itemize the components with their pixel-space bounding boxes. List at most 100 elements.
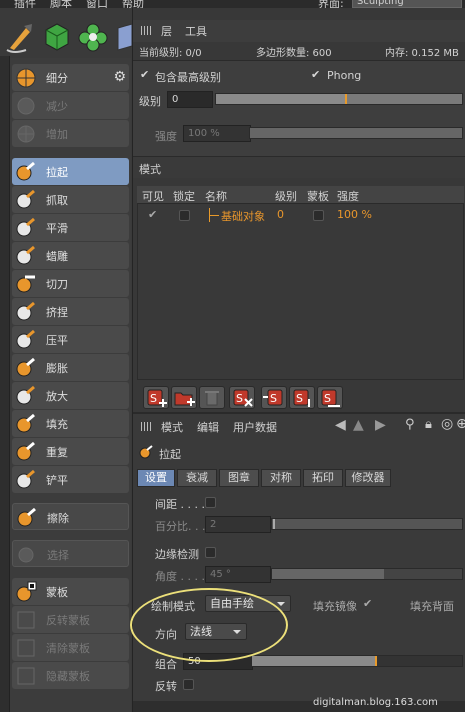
group-slider[interactable] [251,655,463,667]
table-row[interactable]: ✔ 基础对象 0 100 % [137,206,464,224]
gear-icon[interactable]: ⚙ [113,69,126,85]
tab-settings[interactable]: 设置 [137,469,175,487]
tab-symmetry[interactable]: 对称 [261,469,301,487]
green-cube-icon[interactable] [40,20,74,54]
mask-checkbox[interactable] [313,210,324,221]
layer-strength: 100 % [337,208,372,221]
menu-plugins[interactable]: 插件 [14,0,36,8]
tool-label: 清除蒙板 [46,642,90,655]
tool-label: 反转蒙板 [46,614,90,627]
tool-increase[interactable]: 增加 [12,120,129,147]
edge-detect-checkbox[interactable] [205,547,216,558]
menu-tool[interactable]: 工具 [185,23,207,39]
poly-count: 多边形数量: 600 [256,48,332,59]
phong-checkbox[interactable]: ✔ [311,68,320,81]
tool-repeat[interactable]: 重复 [12,438,129,465]
chevron-down-icon [277,602,285,606]
tab-modifiers[interactable]: 修改器 [345,469,391,487]
include-highest-checkbox[interactable]: ✔ [140,68,149,81]
tool-select[interactable]: 选择 [12,540,129,567]
flower-icon[interactable] [76,20,110,54]
phong-label: Phong [327,69,362,82]
sculpt-brush-icon[interactable] [4,20,38,54]
group-label: 组合 [155,658,177,671]
menu-script[interactable]: 脚本 [50,0,72,8]
fill-mirror-checkbox[interactable]: ✔ [363,597,372,610]
box-icon[interactable] [112,20,134,54]
layer-name[interactable]: 基础对象 [221,208,265,224]
menu-mode[interactable]: 模式 [161,419,183,435]
add-layer-button[interactable]: S [143,386,169,409]
menu-user-data[interactable]: 用户数据 [233,419,277,435]
wax-brush-icon [15,245,37,266]
tool-flatten[interactable]: 压平 [12,326,129,353]
tool-pinch[interactable]: 挤捏 [12,298,129,325]
tool-label: 压平 [46,334,68,347]
tool-subdivide[interactable]: 细分 ⚙ [12,64,129,91]
merge-layer-button[interactable]: S [261,386,287,409]
tool-label: 抓取 [46,194,68,207]
search-icon[interactable]: ⚲ [405,417,415,432]
tool-smooth[interactable]: 平滑 [12,214,129,241]
tab-stencil[interactable]: 拓印 [303,469,343,487]
tool-decrease[interactable]: 减少 [12,92,129,119]
spacing-checkbox[interactable] [205,497,216,508]
menu-help[interactable]: 帮助 [122,0,144,8]
visible-checkbox[interactable]: ✔ [148,208,157,221]
tool-label: 拉起 [46,166,68,179]
tool-grab[interactable]: 抓取 [12,186,129,213]
target-icon[interactable]: ◎ [441,416,453,432]
bake-layer-button[interactable]: S [289,386,315,409]
back-arrow-icon[interactable]: ◀ [335,417,346,433]
layout-select[interactable]: Sculpting [352,0,462,8]
level-field[interactable]: 0 [167,91,213,108]
tool-label: 减少 [46,100,68,113]
invert-checkbox[interactable] [183,679,194,690]
tool-hide-mask[interactable]: 隐藏蒙板 [12,662,129,689]
level-slider[interactable] [215,93,463,105]
menu-window[interactable]: 窗口 [86,0,108,8]
percent-slider[interactable] [271,518,463,530]
svg-text:S: S [270,392,277,405]
up-arrow-icon[interactable]: ▲ [353,417,364,433]
percent-field[interactable]: 2 [205,516,271,533]
fill-brush-icon [15,413,37,434]
tab-stamp[interactable]: 图章 [219,469,259,487]
col-level: 级别 [275,190,297,203]
new-panel-icon[interactable]: ⊕ [456,416,465,432]
clear-layer-button[interactable]: S [229,386,255,409]
lock-icon[interactable]: 🔒︎ [425,417,432,432]
strength-slider[interactable] [249,127,463,139]
tool-mask[interactable]: 蒙板 [12,578,129,605]
angle-slider[interactable] [271,568,463,580]
tool-invert-mask[interactable]: 反转蒙板 [12,606,129,633]
smooth-brush-icon [15,217,37,238]
layout-label: 界面: [318,0,344,8]
layers-menu-bar: 层 工具 [133,20,465,42]
select-brush-icon [16,544,38,565]
tool-inflate[interactable]: 膨胀 [12,354,129,381]
sculpt-tool-palette: 细分 ⚙ 减少 增加 拉起 抓取 平滑 蜡雕 切刀 挤捏 压平 膨胀 放大 填充… [10,58,131,712]
pull-brush-icon [15,161,37,182]
tool-label: 增加 [46,128,68,141]
strength-field[interactable]: 100 % [183,125,251,142]
locked-checkbox[interactable] [179,210,190,221]
spacing-label: 间距 . . . . [155,498,205,511]
tool-scrape[interactable]: 铲平 [12,466,129,493]
menu-layer[interactable]: 层 [161,23,172,39]
tool-fill[interactable]: 填充 [12,410,129,437]
export-layer-button[interactable]: S [317,386,343,409]
tab-falloff[interactable]: 衰减 [177,469,217,487]
tool-erase[interactable]: 擦除 [12,503,129,530]
delete-layer-button[interactable] [199,386,225,409]
tool-clear-mask[interactable]: 清除蒙板 [12,634,129,661]
menu-edit[interactable]: 编辑 [197,419,219,435]
tool-knife[interactable]: 切刀 [12,270,129,297]
tool-label: 平滑 [46,222,68,235]
forward-arrow-icon[interactable]: ▶ [375,417,386,433]
tool-wax[interactable]: 蜡雕 [12,242,129,269]
add-folder-button[interactable] [171,386,197,409]
tool-amplify[interactable]: 放大 [12,382,129,409]
angle-field[interactable]: 45 ° [205,566,271,583]
tool-pull[interactable]: 拉起 [12,158,129,185]
